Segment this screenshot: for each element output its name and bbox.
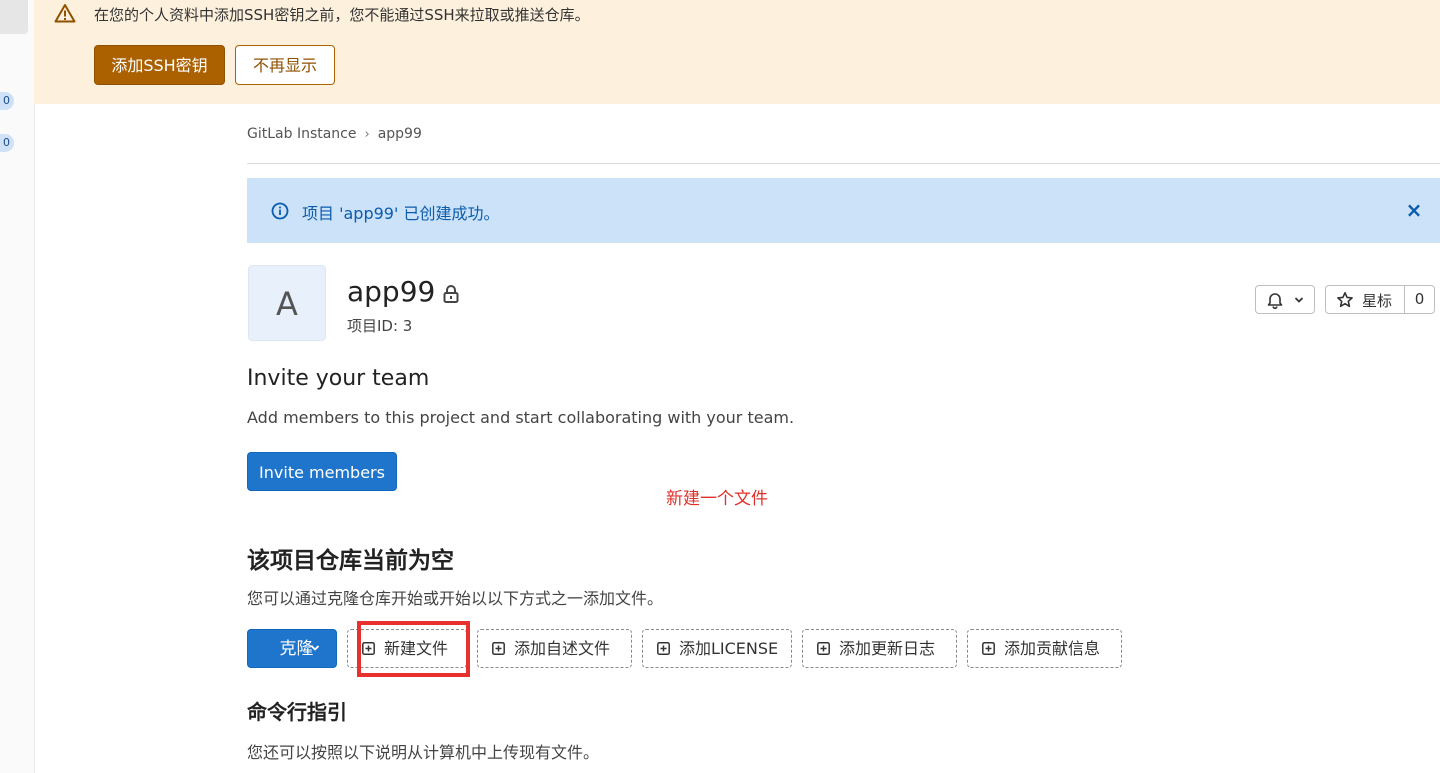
- breadcrumb-root-link[interactable]: GitLab Instance: [247, 126, 357, 142]
- header-divider: [247, 163, 1440, 164]
- left-sidebar: 0 0: [0, 0, 35, 773]
- add-changelog-button[interactable]: 添加更新日志: [802, 629, 957, 668]
- invite-team-heading: Invite your team: [247, 366, 430, 391]
- sidebar-active-item[interactable]: [0, 0, 28, 34]
- chevron-down-icon: [1294, 297, 1304, 303]
- star-count[interactable]: 0: [1404, 286, 1434, 313]
- add-readme-button[interactable]: 添加自述文件: [477, 629, 632, 668]
- cli-instructions-description: 您还可以按照以下说明从计算机中上传现有文件。: [247, 743, 600, 762]
- add-contributing-button[interactable]: 添加贡献信息: [967, 629, 1122, 668]
- alert-message: 项目 'app99' 已创建成功。: [302, 204, 500, 223]
- bell-icon: [1267, 293, 1283, 309]
- plus-square-icon: [817, 642, 830, 655]
- lock-icon: [443, 285, 459, 303]
- star-label: 星标: [1362, 292, 1393, 310]
- close-icon[interactable]: ×: [1402, 198, 1426, 222]
- plus-square-icon: [657, 642, 670, 655]
- cli-instructions-heading: 命令行指引: [247, 700, 347, 724]
- invite-team-description: Add members to this project and start co…: [247, 408, 795, 427]
- sidebar-count-badge: 0: [0, 134, 14, 152]
- add-license-label: 添加LICENSE: [679, 639, 779, 658]
- add-ssh-key-button[interactable]: 添加SSH密钥: [94, 45, 225, 85]
- add-readme-label: 添加自述文件: [514, 639, 611, 658]
- plus-square-icon: [982, 642, 995, 655]
- clone-dropdown-button[interactable]: 克隆: [247, 629, 337, 668]
- add-license-button[interactable]: 添加LICENSE: [642, 629, 792, 668]
- star-button[interactable]: 星标 0: [1325, 285, 1435, 314]
- ssh-warning-message: 在您的个人资料中添加SSH密钥之前，您不能通过SSH来拉取或推送仓库。: [94, 6, 590, 24]
- project-created-alert: 项目 'app99' 已创建成功。 ×: [247, 178, 1440, 243]
- chevron-down-icon: [310, 645, 320, 651]
- project-title: app99: [347, 275, 436, 308]
- notification-settings-button[interactable]: [1255, 285, 1315, 314]
- empty-repo-heading: 该项目仓库当前为空: [247, 548, 454, 574]
- sidebar-count-badge: 0: [0, 92, 14, 110]
- breadcrumb-separator-icon: ›: [364, 127, 370, 142]
- empty-repo-description: 您可以通过克隆仓库开始或开始以以下方式之一添加文件。: [247, 589, 664, 608]
- invite-members-button[interactable]: Invite members: [247, 452, 397, 491]
- star-icon: [1337, 292, 1353, 308]
- project-id: 项目ID: 3: [347, 317, 413, 335]
- annotation-highlight-box: [357, 621, 470, 677]
- warning-icon: [54, 4, 76, 23]
- clone-label: 克隆: [279, 639, 314, 659]
- annotation-note: 新建一个文件: [666, 489, 768, 509]
- project-avatar: A: [248, 265, 326, 341]
- breadcrumb-current-link[interactable]: app99: [378, 126, 422, 142]
- info-icon: [271, 202, 289, 220]
- plus-square-icon: [492, 642, 505, 655]
- breadcrumb: GitLab Instance › app99: [247, 126, 422, 142]
- add-changelog-label: 添加更新日志: [839, 639, 936, 658]
- add-contributing-label: 添加贡献信息: [1004, 639, 1101, 658]
- dont-show-again-button[interactable]: 不再显示: [235, 45, 335, 85]
- ssh-warning-banner: 在您的个人资料中添加SSH密钥之前，您不能通过SSH来拉取或推送仓库。 添加SS…: [34, 0, 1440, 104]
